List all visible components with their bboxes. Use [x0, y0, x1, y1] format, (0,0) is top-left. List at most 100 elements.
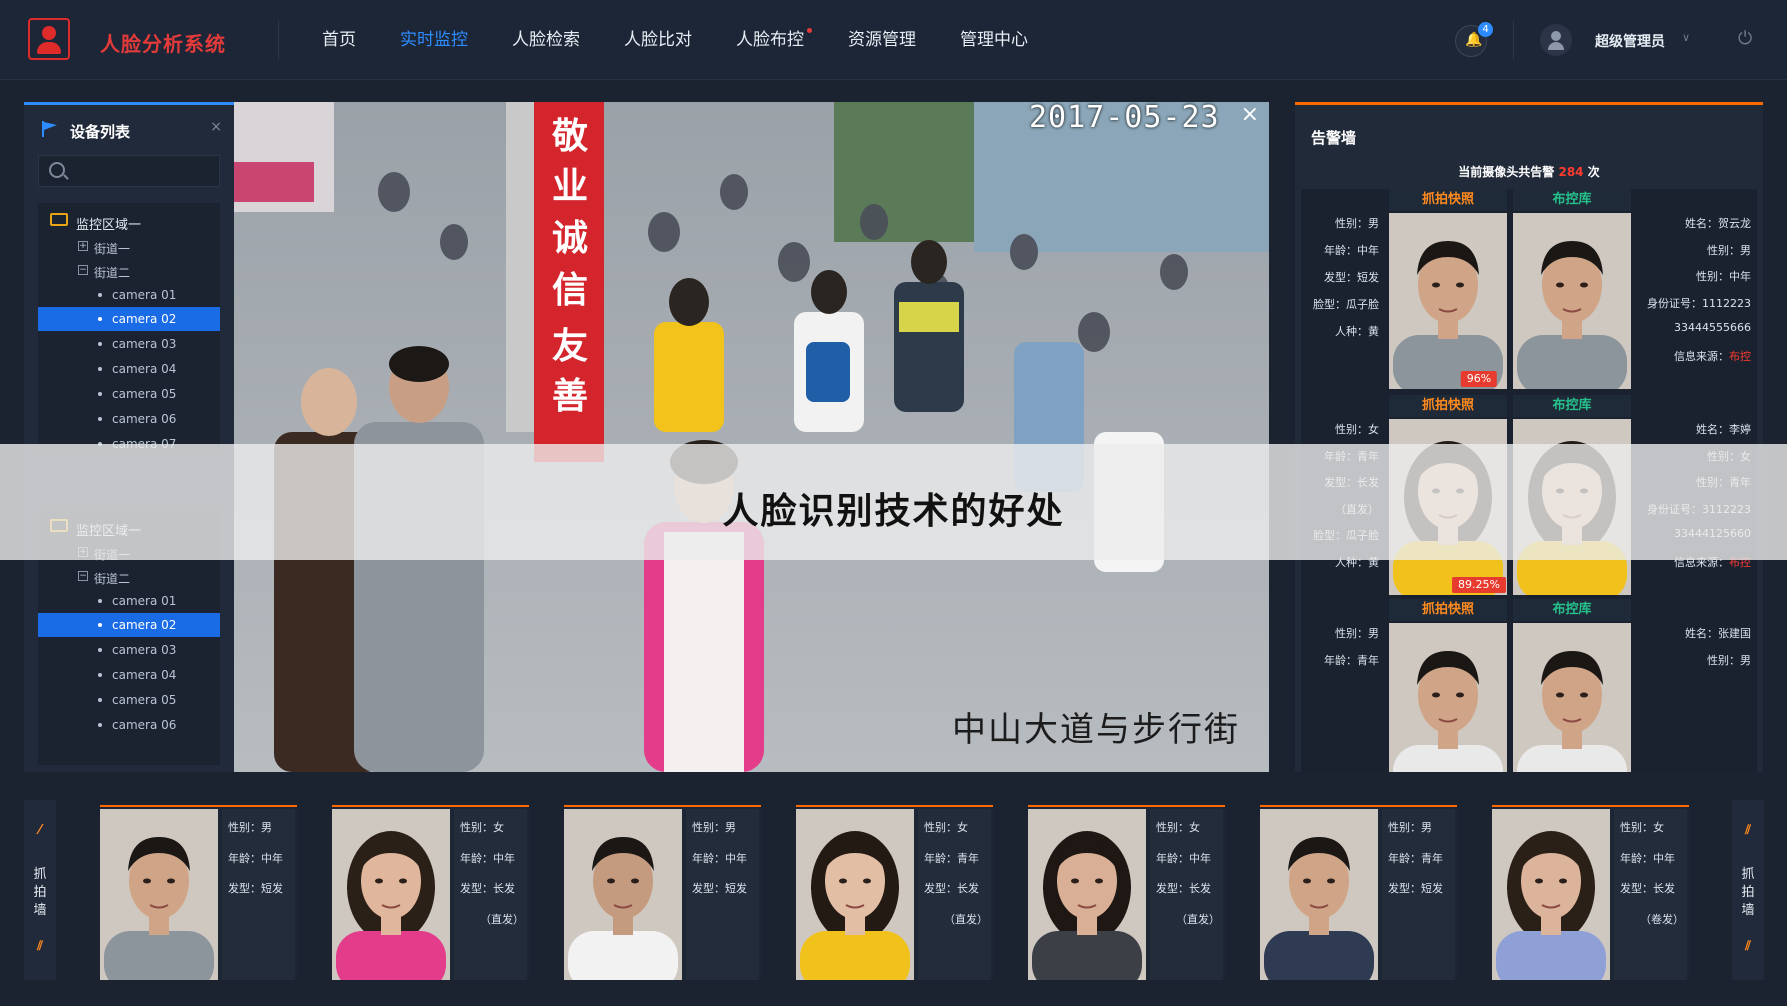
close-icon[interactable]: ×	[210, 119, 222, 135]
power-icon[interactable]: ⏻	[1738, 28, 1752, 49]
tree-street[interactable]: + 街道一	[38, 235, 220, 259]
double-slash-icon: ⫽	[37, 939, 43, 954]
user-name[interactable]: 超级管理员	[1595, 31, 1665, 51]
capture-card[interactable]: 性别：女 年龄：中年 发型：长发 （直发）	[1028, 805, 1225, 980]
nav-item[interactable]: 人脸检索	[490, 0, 602, 80]
control-library-label: 布控库	[1513, 189, 1631, 211]
control-attribute: 身份证号：1112223	[1647, 296, 1751, 310]
tree-camera-label: camera 01	[112, 594, 177, 608]
tree-camera[interactable]: camera 05	[38, 688, 220, 712]
bullet-icon	[98, 623, 102, 627]
capture-info: 性别：男 年龄：中年 发型：短发	[686, 809, 759, 980]
capture-wall-label: 抓拍墙	[33, 867, 47, 918]
nav-item[interactable]: 人脸布控	[714, 0, 826, 80]
expand-icon[interactable]: +	[78, 241, 88, 251]
tree-camera[interactable]: camera 02	[38, 307, 220, 331]
nav-item[interactable]: 人脸比对	[602, 0, 714, 80]
tree-camera-label: camera 04	[112, 362, 177, 376]
face-photo	[1389, 213, 1507, 389]
control-library-photo[interactable]	[1513, 623, 1631, 772]
tree-camera-label: camera 05	[112, 387, 177, 401]
alert-card[interactable]: 抓拍快照 布控库 96% 性别：男 年龄：中年 发型：短发 脸型：瓜子脸 人种：黄 姓名：贺云龙…	[1301, 189, 1757, 395]
capture-photo[interactable]	[1260, 809, 1378, 980]
alert-card[interactable]: 抓拍快照 布控库 性别：男 年龄：青年 姓名：张建国 性别：男	[1301, 599, 1757, 772]
control-attribute: 性别：中年	[1696, 270, 1751, 283]
capture-wall-right-handle[interactable]: ⫽ 抓拍墙 ⫽	[1732, 800, 1764, 980]
capture-photo[interactable]	[1492, 809, 1610, 980]
capture-photo[interactable]	[332, 809, 450, 980]
capture-photo[interactable]	[1028, 809, 1146, 980]
control-attribute: 姓名：李婷	[1696, 423, 1751, 436]
device-list-panel: 设备列表 × 监控区域一 + 街道一 − 街道二 camera 01 camera 02 ca…	[24, 102, 234, 772]
live-video-feed[interactable]: 敬 业 诚 信 友 善 2017-05-23 × 中山大道与步行街	[234, 102, 1269, 772]
slash-mark-icon: ⁄	[38, 823, 42, 838]
header-divider	[278, 20, 279, 60]
capture-photo[interactable]	[564, 809, 682, 980]
tree-camera[interactable]: camera 03	[38, 332, 220, 356]
bell-icon[interactable]: 🔔 4	[1455, 22, 1493, 57]
double-slash-icon: ⫽	[1745, 823, 1751, 838]
tree-street[interactable]: − 街道二	[38, 259, 220, 283]
capture-attribute: 发型：长发	[1156, 882, 1211, 895]
capture-attribute: 年龄：中年	[460, 851, 515, 865]
tree-camera[interactable]: camera 06	[38, 407, 220, 431]
alert-count: 284	[1558, 165, 1584, 179]
capture-snapshot-photo[interactable]	[1389, 213, 1507, 389]
tree-camera[interactable]: camera 06	[38, 713, 220, 737]
bullet-icon	[98, 599, 102, 603]
collapse-icon[interactable]: −	[78, 571, 88, 581]
tree-camera-label: camera 03	[112, 643, 177, 657]
tree-street-label: 街道二	[94, 572, 131, 586]
top-header: 人脸分析系统 首页 实时监控 人脸检索 人脸比对 人脸布控 资源管理 管理中心 🔔 4 超级…	[0, 0, 1787, 80]
nav-item[interactable]: 资源管理	[826, 0, 938, 80]
tree-camera[interactable]: camera 02	[38, 613, 220, 637]
nav-item[interactable]: 管理中心	[938, 0, 1050, 80]
tree-camera[interactable]: camera 01	[38, 589, 220, 613]
tree-street[interactable]: − 街道二	[38, 565, 220, 589]
capture-card[interactable]: 性别：女 年龄：青年 发型：长发 （直发）	[796, 805, 993, 980]
face-photo	[1513, 623, 1631, 772]
capture-card[interactable]: 性别：男 年龄：中年 发型：短发	[100, 805, 297, 980]
tree-camera[interactable]: camera 01	[38, 283, 220, 307]
tree-camera[interactable]: camera 03	[38, 638, 220, 662]
close-icon[interactable]: ×	[1241, 102, 1259, 127]
control-attribute: 33444555666	[1674, 321, 1751, 334]
nav-item[interactable]: 实时监控	[378, 0, 490, 80]
device-list-title: 设备列表	[70, 123, 131, 141]
sign-char: 诚	[552, 218, 588, 259]
capture-attribute: 性别：女	[460, 821, 504, 834]
user-avatar-icon[interactable]	[1540, 24, 1572, 56]
capture-card[interactable]: 性别：男 年龄：青年 发型：短发	[1260, 805, 1457, 980]
capture-card[interactable]: 性别：女 年龄：中年 发型：长发 （直发）	[332, 805, 529, 980]
capture-card[interactable]: 性别：女 年龄：中年 发型：长发 （卷发）	[1492, 805, 1689, 980]
capture-photo[interactable]	[100, 809, 218, 980]
bullet-icon	[98, 317, 102, 321]
capture-card[interactable]: 性别：男 年龄：中年 发型：短发	[564, 805, 761, 980]
capture-photo[interactable]	[796, 809, 914, 980]
control-library-photo[interactable]	[1513, 213, 1631, 389]
capture-attribute: 脸型：瓜子脸	[1313, 298, 1379, 311]
tree-region[interactable]: 监控区域一	[38, 209, 220, 233]
capture-snapshot-photo[interactable]	[1389, 623, 1507, 772]
tree-street-label: 街道一	[94, 242, 131, 256]
tree-camera[interactable]: camera 05	[38, 382, 220, 406]
capture-wall-left-handle[interactable]: ⁄ 抓拍墙 ⫽	[24, 800, 56, 980]
match-score-badge: 96%	[1460, 371, 1498, 387]
device-search-input[interactable]	[38, 155, 220, 187]
capture-attribute: 发型：短发	[1324, 271, 1379, 284]
tree-camera[interactable]: camera 04	[38, 357, 220, 381]
capture-snapshot-label: 抓拍快照	[1389, 599, 1507, 621]
face-photo	[332, 809, 450, 980]
control-attribute: 姓名：贺云龙	[1685, 217, 1751, 230]
capture-attribute: 性别：男	[1335, 627, 1379, 640]
control-library-label: 布控库	[1513, 599, 1631, 621]
tree-camera[interactable]: camera 04	[38, 663, 220, 687]
collapse-icon[interactable]: −	[78, 265, 88, 275]
nav-item[interactable]: 首页	[300, 0, 378, 80]
caret-down-icon[interactable]: ∨	[1682, 31, 1690, 44]
info-source: 信息来源：布控	[1647, 348, 1751, 364]
alert-summary-suffix: 次	[1587, 165, 1600, 179]
alert-summary-prefix: 当前摄像头共告警	[1458, 165, 1555, 179]
search-icon	[49, 162, 65, 178]
logo-face-icon	[28, 18, 70, 60]
